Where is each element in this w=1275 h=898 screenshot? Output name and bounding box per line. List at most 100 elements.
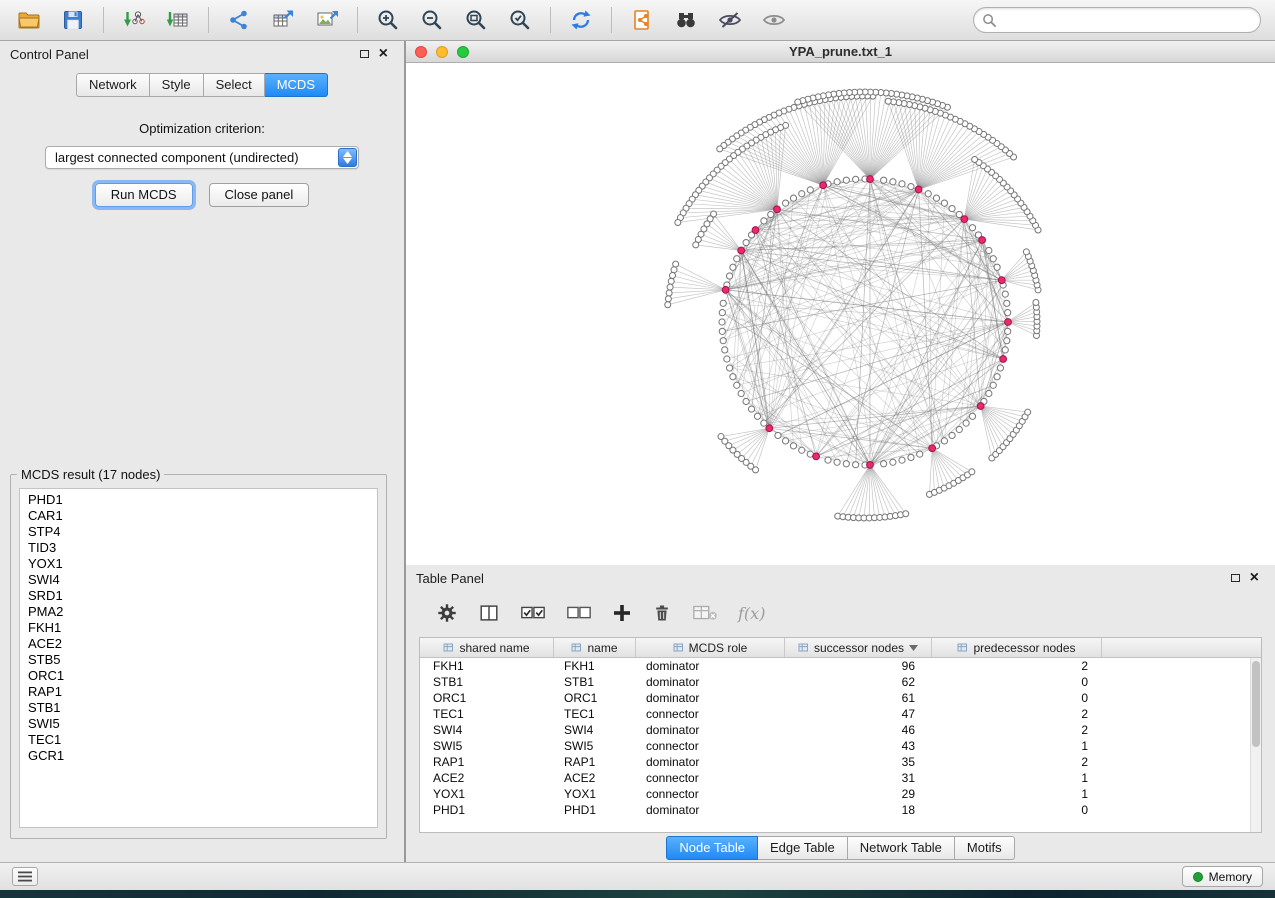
save-session-button[interactable]	[52, 4, 94, 36]
result-node-item[interactable]: YOX1	[20, 556, 377, 572]
table-cell: TEC1	[420, 707, 554, 721]
table-cell: ACE2	[554, 771, 636, 785]
column-header-name[interactable]: name	[554, 638, 636, 657]
result-node-item[interactable]: GCR1	[20, 748, 377, 764]
close-panel-icon[interactable]: ×	[1250, 572, 1259, 584]
gear-icon	[436, 602, 458, 624]
result-node-item[interactable]: STB5	[20, 652, 377, 668]
add-column-button[interactable]	[612, 603, 632, 623]
table-row[interactable]: ORC1ORC1dominator610	[420, 690, 1261, 706]
zoom-fit-button[interactable]	[455, 4, 497, 36]
result-node-item[interactable]: STB1	[20, 700, 377, 716]
zoom-selected-button[interactable]	[499, 4, 541, 36]
toolbar-separator	[611, 7, 612, 33]
table-cell: 2	[932, 723, 1102, 737]
search-input[interactable]	[973, 7, 1261, 33]
table-cell: 29	[785, 787, 932, 801]
memory-button[interactable]: Memory	[1182, 866, 1263, 887]
result-node-item[interactable]: SWI5	[20, 716, 377, 732]
float-panel-icon[interactable]	[360, 50, 369, 58]
show-all-button[interactable]	[753, 4, 795, 36]
column-sort-icon	[673, 642, 684, 653]
table-cell: 1	[932, 771, 1102, 785]
tab-node-table[interactable]: Node Table	[666, 836, 758, 860]
table-row[interactable]: ACE2ACE2connector311	[420, 770, 1261, 786]
deselect-all-rows-button[interactable]	[566, 603, 592, 623]
result-node-item[interactable]: TID3	[20, 540, 377, 556]
import-network-file-button[interactable]	[113, 4, 155, 36]
result-node-item[interactable]: ACE2	[20, 636, 377, 652]
table-cell: ORC1	[420, 691, 554, 705]
table-row[interactable]: FKH1FKH1dominator962	[420, 658, 1261, 674]
table-cell: dominator	[636, 675, 785, 689]
hide-selected-button[interactable]	[709, 4, 751, 36]
tab-mcds[interactable]: MCDS	[265, 73, 328, 97]
tab-network[interactable]: Network	[76, 73, 150, 97]
table-scrollbar-thumb[interactable]	[1252, 661, 1260, 747]
close-panel-button[interactable]: Close panel	[209, 183, 310, 207]
table-row[interactable]: RAP1RAP1dominator352	[420, 754, 1261, 770]
result-node-item[interactable]: PHD1	[20, 492, 377, 508]
float-panel-icon[interactable]	[1231, 574, 1240, 582]
open-session-button[interactable]	[8, 4, 50, 36]
table-row[interactable]: STB1STB1dominator620	[420, 674, 1261, 690]
column-header-successor-nodes[interactable]: successor nodes	[785, 638, 932, 657]
table-row[interactable]: SWI4SWI4dominator462	[420, 722, 1261, 738]
close-panel-icon[interactable]: ×	[379, 48, 388, 60]
column-header-shared-name[interactable]: shared name	[420, 638, 554, 657]
search-icon	[982, 13, 997, 28]
trash-icon	[652, 602, 672, 624]
zoom-in-button[interactable]	[367, 4, 409, 36]
find-network-button[interactable]	[665, 4, 707, 36]
result-node-item[interactable]: SRD1	[20, 588, 377, 604]
tab-motifs[interactable]: Motifs	[955, 836, 1015, 860]
delete-column-button[interactable]	[652, 602, 672, 624]
zoom-out-button[interactable]	[411, 4, 453, 36]
status-menu-button[interactable]	[12, 867, 38, 886]
result-node-item[interactable]: ORC1	[20, 668, 377, 684]
network-canvas[interactable]	[406, 63, 1275, 565]
result-node-item[interactable]: PMA2	[20, 604, 377, 620]
table-row[interactable]: PHD1PHD1dominator180	[420, 802, 1261, 818]
export-table-button[interactable]	[262, 4, 304, 36]
result-node-item[interactable]: TEC1	[20, 732, 377, 748]
share-document-button[interactable]	[621, 4, 663, 36]
table-cell: 31	[785, 771, 932, 785]
screen: Control Panel × NetworkStyleSelectMCDS O…	[0, 0, 1275, 898]
table-row[interactable]: YOX1YOX1connector291	[420, 786, 1261, 802]
window-zoom-icon[interactable]	[457, 46, 469, 58]
result-node-item[interactable]: CAR1	[20, 508, 377, 524]
tab-edge-table[interactable]: Edge Table	[758, 836, 848, 860]
optimization-criterion-select[interactable]: largest connected component (undirected)	[45, 146, 359, 169]
plus-icon	[612, 603, 632, 623]
mcds-result-fieldset: MCDS result (17 nodes) PHD1CAR1STP4TID3Y…	[10, 467, 387, 839]
table-cell: RAP1	[420, 755, 554, 769]
export-image-button[interactable]	[306, 4, 348, 36]
table-cell: FKH1	[554, 659, 636, 673]
tab-network-table[interactable]: Network Table	[848, 836, 955, 860]
table-cell: SWI5	[420, 739, 554, 753]
run-mcds-button[interactable]: Run MCDS	[95, 183, 193, 207]
refresh-view-button[interactable]	[560, 4, 602, 36]
window-minimize-icon[interactable]	[436, 46, 448, 58]
binoculars-icon	[674, 8, 698, 32]
export-network-button[interactable]	[218, 4, 260, 36]
column-header-predecessor-nodes[interactable]: predecessor nodes	[932, 638, 1102, 657]
select-all-rows-button[interactable]	[520, 603, 546, 623]
table-cell: YOX1	[420, 787, 554, 801]
column-header-mcds-role[interactable]: MCDS role	[636, 638, 785, 657]
show-column-panel-button[interactable]	[478, 602, 500, 624]
import-table-file-button[interactable]	[157, 4, 199, 36]
result-node-item[interactable]: STP4	[20, 524, 377, 540]
tab-select[interactable]: Select	[204, 73, 265, 97]
result-node-item[interactable]: SWI4	[20, 572, 377, 588]
table-row[interactable]: SWI5SWI5connector431	[420, 738, 1261, 754]
result-node-item[interactable]: RAP1	[20, 684, 377, 700]
table-row[interactable]: TEC1TEC1connector472	[420, 706, 1261, 722]
tab-style[interactable]: Style	[150, 73, 204, 97]
import-network-icon	[122, 8, 146, 32]
window-close-icon[interactable]	[415, 46, 427, 58]
result-node-item[interactable]: FKH1	[20, 620, 377, 636]
table-settings-button[interactable]	[436, 602, 458, 624]
table-scrollbar[interactable]	[1250, 658, 1261, 832]
